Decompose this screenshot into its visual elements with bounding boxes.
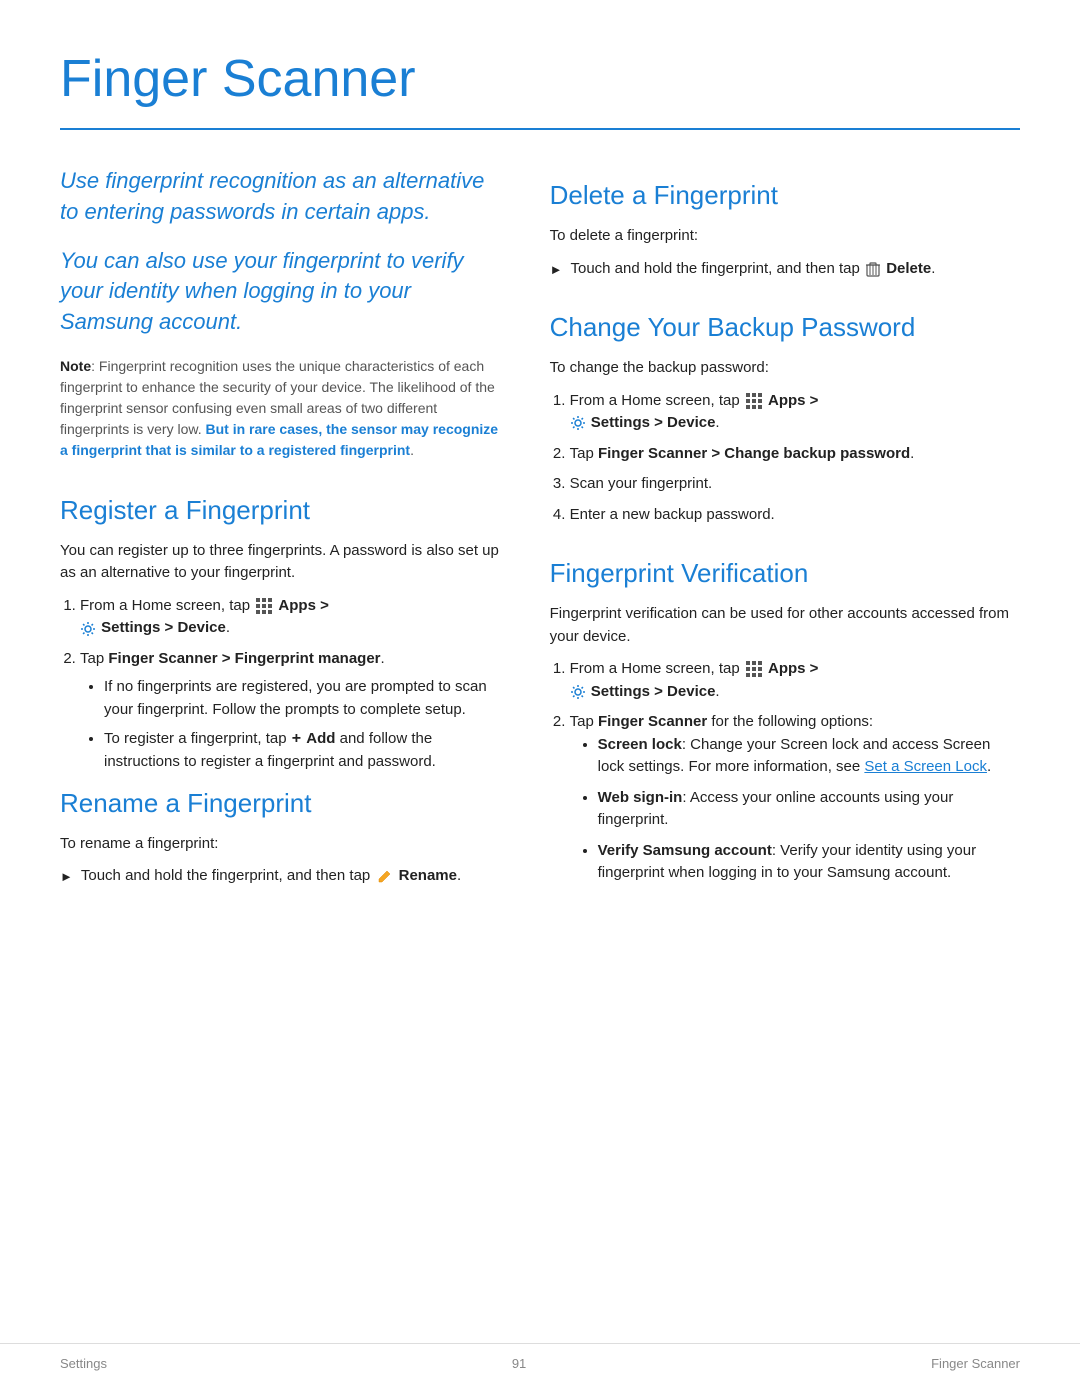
note-block: Note: Fingerprint recognition uses the u…: [60, 356, 502, 461]
fp-verification-step-2: Tap Finger Scanner for the following opt…: [570, 711, 1020, 885]
intro-para2: You can also use your fingerprint to ver…: [60, 246, 502, 338]
page-title: Finger Scanner: [60, 40, 1020, 118]
delete-bold: Delete: [886, 260, 931, 277]
delete-arrow-item: ► Touch and hold the fingerprint, and th…: [550, 258, 1020, 281]
two-column-layout: Use fingerprint recognition as an altern…: [60, 166, 1020, 896]
settings-gear-icon-2: [570, 415, 586, 431]
footer-right: Finger Scanner: [931, 1354, 1020, 1374]
change-backup-step-3: Scan your fingerprint.: [570, 473, 1020, 496]
change-backup-step-4: Enter a new backup password.: [570, 504, 1020, 527]
apps-grid-icon-2: [745, 392, 763, 410]
change-backup-step-1: From a Home screen, tap Apps >: [570, 390, 1020, 435]
verify-samsung-bold: Verify Samsung account: [598, 842, 772, 859]
footer: Settings 91 Finger Scanner: [0, 1343, 1080, 1374]
delete-title: Delete a Fingerprint: [550, 176, 1020, 215]
change-backup-intro: To change the backup password:: [550, 357, 1020, 380]
apps-grid-icon: [255, 597, 273, 615]
settings-device-label-3: Settings > Device: [591, 683, 716, 700]
register-sub-item-2: To register a fingerprint, tap + Add and…: [104, 727, 502, 774]
register-step-1: From a Home screen, tap Apps >: [80, 595, 502, 640]
delete-intro: To delete a fingerprint:: [550, 225, 1020, 248]
plus-icon: +: [292, 727, 301, 751]
register-step2-bold: Finger Scanner > Fingerprint manager: [108, 650, 380, 667]
fp-bullet-verify-samsung: Verify Samsung account: Verify your iden…: [598, 840, 1020, 885]
register-step-2: Tap Finger Scanner > Fingerprint manager…: [80, 648, 502, 774]
screen-lock-bold: Screen lock: [598, 736, 682, 753]
fp-verification-title: Fingerprint Verification: [550, 554, 1020, 593]
rename-pen-icon: [376, 869, 392, 885]
trash-icon: [866, 261, 880, 277]
register-sub-item-1: If no fingerprints are registered, you a…: [104, 676, 502, 721]
register-steps-list: From a Home screen, tap Apps >: [60, 595, 502, 774]
apps-grid-icon-3: [745, 660, 763, 678]
fp-verification-intro: Fingerprint verification can be used for…: [550, 603, 1020, 648]
right-arrow-delete-icon: ►: [550, 260, 563, 280]
register-intro: You can register up to three fingerprint…: [60, 540, 502, 585]
rename-arrow-text: Touch and hold the fingerprint, and then…: [81, 865, 461, 888]
rename-arrow-item: ► Touch and hold the fingerprint, and th…: [60, 865, 502, 888]
footer-left: Settings: [60, 1354, 107, 1374]
rename-intro: To rename a fingerprint:: [60, 833, 502, 856]
settings-gear-icon: [80, 621, 96, 637]
footer-center: 91: [512, 1354, 526, 1374]
change-backup-title: Change Your Backup Password: [550, 308, 1020, 347]
web-signin-bold: Web sign-in: [598, 789, 683, 806]
fp-bullet-screen-lock: Screen lock: Change your Screen lock and…: [598, 734, 1020, 779]
left-column: Use fingerprint recognition as an altern…: [60, 166, 502, 896]
fp-verification-bullets: Screen lock: Change your Screen lock and…: [570, 734, 1020, 885]
add-label: Add: [306, 730, 335, 747]
right-arrow-icon: ►: [60, 867, 73, 887]
page-container: Finger Scanner Use fingerprint recogniti…: [0, 0, 1080, 956]
delete-arrow-text: Touch and hold the fingerprint, and then…: [570, 258, 935, 281]
fp-bullet-web-signin: Web sign-in: Access your online accounts…: [598, 787, 1020, 832]
fp-step2-bold: Finger Scanner: [598, 713, 707, 730]
fp-verification-step-1: From a Home screen, tap Apps >: [570, 658, 1020, 703]
note-label: Note: [60, 358, 91, 374]
register-title: Register a Fingerprint: [60, 491, 502, 530]
fp-verification-steps: From a Home screen, tap Apps >: [550, 658, 1020, 885]
right-column: Delete a Fingerprint To delete a fingerp…: [550, 166, 1020, 896]
apps-label-2: Apps >: [768, 392, 818, 409]
register-sub-list: If no fingerprints are registered, you a…: [80, 676, 502, 774]
apps-label: Apps >: [278, 597, 328, 614]
step2-bold: Finger Scanner > Change backup password: [598, 445, 910, 462]
apps-label-3: Apps >: [768, 660, 818, 677]
title-rule: [60, 128, 1020, 130]
settings-device-label: Settings > Device: [101, 619, 226, 636]
change-backup-steps: From a Home screen, tap Apps >: [550, 390, 1020, 527]
screen-lock-link[interactable]: Set a Screen Lock: [864, 758, 987, 775]
rename-bold: Rename: [399, 867, 457, 884]
settings-device-label-2: Settings > Device: [591, 414, 716, 431]
settings-gear-icon-3: [570, 684, 586, 700]
intro-para1: Use fingerprint recognition as an altern…: [60, 166, 502, 228]
rename-title: Rename a Fingerprint: [60, 784, 502, 823]
change-backup-step-2: Tap Finger Scanner > Change backup passw…: [570, 443, 1020, 466]
note-warning-end: .: [410, 442, 414, 458]
